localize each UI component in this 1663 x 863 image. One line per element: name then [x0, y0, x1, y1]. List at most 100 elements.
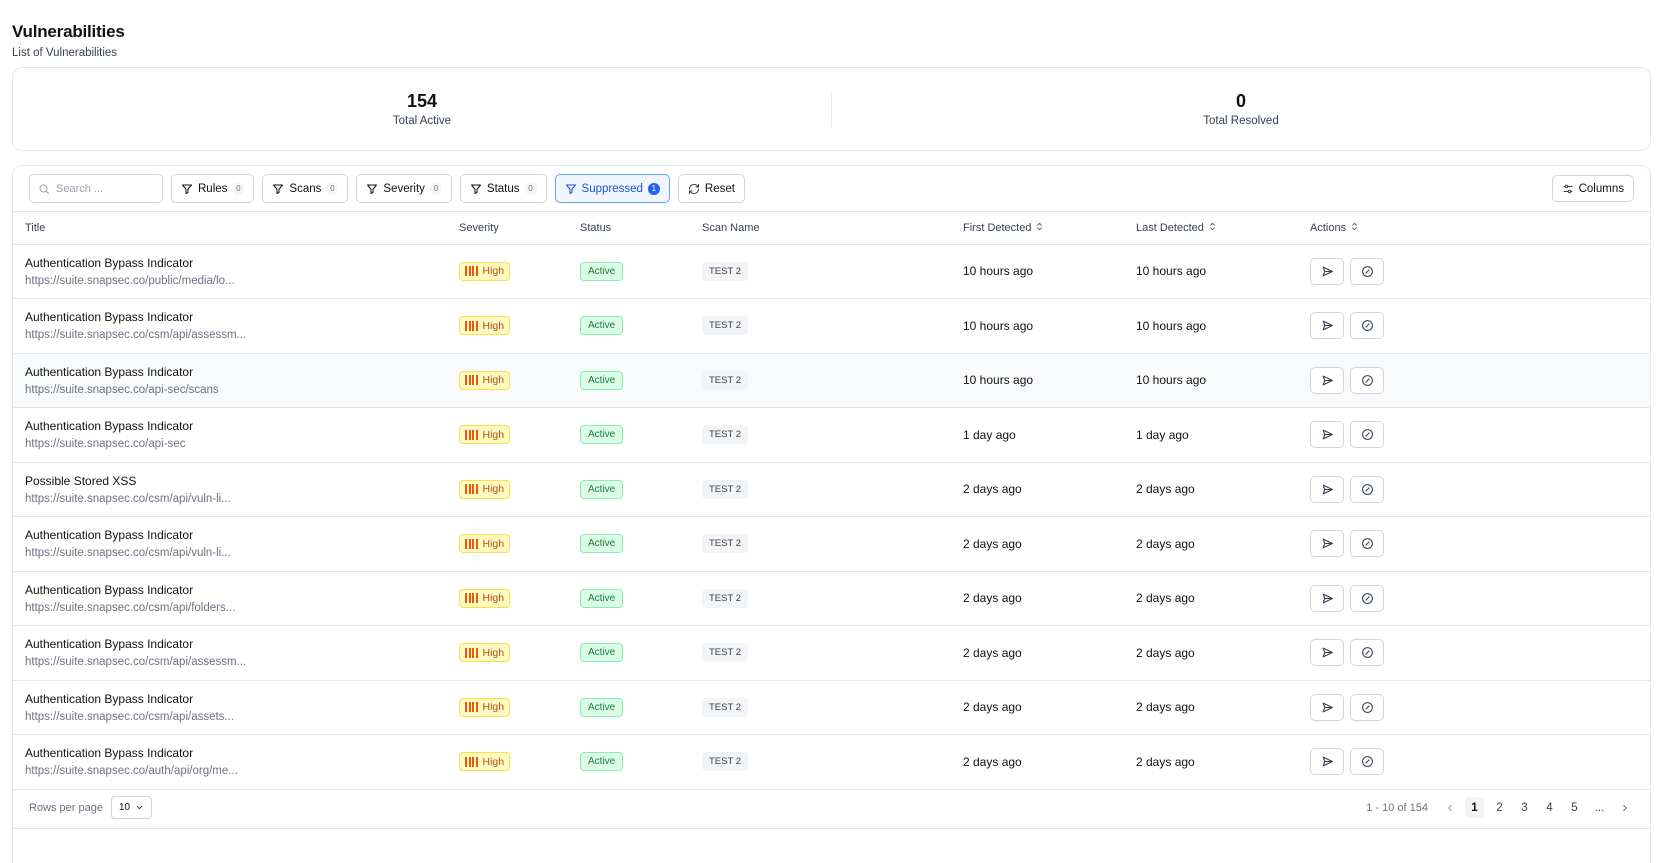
table-row[interactable]: Authentication Bypass Indicator https://s…: [13, 244, 1650, 299]
table-row[interactable]: Possible Stored XSS https://suite.snapsec…: [13, 462, 1650, 517]
filter-suppressed-button[interactable]: Suppressed 1: [554, 174, 670, 203]
suppress-button[interactable]: [1350, 530, 1384, 558]
cell-status: Active: [568, 680, 690, 735]
cell-title: Authentication Bypass Indicator https://s…: [13, 244, 447, 299]
suppress-button[interactable]: [1350, 475, 1384, 503]
cell-first-detected: 2 days ago: [963, 482, 1022, 497]
table-row[interactable]: Authentication Bypass Indicator https://s…: [13, 353, 1650, 408]
page-button-4[interactable]: 4: [1540, 797, 1559, 818]
cell-severity: High: [447, 299, 568, 354]
send-icon: [1321, 374, 1334, 387]
vulnerability-url: https://suite.snapsec.co/public/media/lo…: [25, 274, 235, 287]
filter-scans-button[interactable]: Scans 0: [262, 174, 349, 203]
search-box[interactable]: [29, 174, 163, 203]
send-button[interactable]: [1310, 748, 1344, 776]
sort-icon: [1351, 222, 1358, 234]
cell-scan-name: TEST 2: [690, 571, 951, 626]
cell-title: Authentication Bypass Indicator https://s…: [13, 626, 447, 681]
chevron-left-icon: [1445, 803, 1455, 813]
prev-page-button[interactable]: [1440, 797, 1459, 818]
vulnerability-title[interactable]: Authentication Bypass Indicator: [25, 528, 447, 542]
severity-label: High: [482, 483, 505, 496]
cell-first-detected: 10 hours ago: [963, 318, 1034, 333]
send-button[interactable]: [1310, 312, 1344, 340]
cell-first-detected: 2 days ago: [963, 591, 1022, 606]
vulnerability-title[interactable]: Authentication Bypass Indicator: [25, 637, 447, 651]
send-icon: [1321, 701, 1334, 714]
ban-icon: [1361, 537, 1374, 550]
send-button[interactable]: [1310, 639, 1344, 667]
severity-badge: High: [459, 643, 511, 663]
vulnerability-title[interactable]: Authentication Bypass Indicator: [25, 583, 447, 597]
status-badge: Active: [580, 697, 624, 717]
page-button-5[interactable]: 5: [1565, 797, 1584, 818]
send-button[interactable]: [1310, 693, 1344, 721]
vulnerability-title[interactable]: Authentication Bypass Indicator: [25, 746, 447, 760]
vulnerability-title[interactable]: Possible Stored XSS: [25, 474, 447, 488]
send-button[interactable]: [1310, 475, 1344, 503]
table-row[interactable]: Authentication Bypass Indicator https://s…: [13, 299, 1650, 354]
column-header-last-detected[interactable]: Last Detected: [1124, 212, 1298, 244]
send-button[interactable]: [1310, 421, 1344, 449]
column-header-actions[interactable]: Actions: [1298, 212, 1650, 244]
cell-severity: High: [447, 571, 568, 626]
suppress-button[interactable]: [1350, 639, 1384, 667]
vulnerability-title[interactable]: Authentication Bypass Indicator: [25, 419, 447, 433]
filter-label: Severity: [383, 182, 425, 195]
suppress-button[interactable]: [1350, 693, 1384, 721]
search-input[interactable]: [56, 182, 156, 195]
suppress-button[interactable]: [1350, 748, 1384, 776]
vulnerability-url: https://suite.snapsec.co/csm/api/assessm…: [25, 656, 247, 669]
table-row[interactable]: Authentication Bypass Indicator https://s…: [13, 626, 1650, 681]
severity-bars-icon: [465, 320, 478, 331]
suppress-button[interactable]: [1350, 366, 1384, 394]
cell-status: Active: [568, 735, 690, 790]
send-button[interactable]: [1310, 584, 1344, 612]
cell-last-detected: 2 days ago: [1136, 536, 1195, 551]
vulnerability-title[interactable]: Authentication Bypass Indicator: [25, 310, 447, 324]
suppress-button[interactable]: [1350, 257, 1384, 285]
columns-button[interactable]: Columns: [1551, 175, 1634, 202]
cell-actions: [1298, 571, 1650, 626]
scan-name-badge: TEST 2: [702, 479, 749, 499]
page-button-3[interactable]: 3: [1515, 797, 1534, 818]
row-actions: [1310, 421, 1650, 449]
cell-last-detected: 1 day ago: [1136, 427, 1189, 442]
send-button[interactable]: [1310, 530, 1344, 558]
suppress-button[interactable]: [1350, 584, 1384, 612]
column-header-severity: Severity: [447, 212, 568, 244]
cell-actions: [1298, 244, 1650, 299]
status-badge: Active: [580, 752, 624, 772]
send-button[interactable]: [1310, 257, 1344, 285]
page-button-2[interactable]: 2: [1490, 797, 1509, 818]
rows-per-page-select[interactable]: 10: [111, 796, 153, 819]
filter-status-button[interactable]: Status 0: [459, 174, 547, 203]
vulnerability-title[interactable]: Authentication Bypass Indicator: [25, 692, 447, 706]
scan-name-badge: TEST 2: [702, 316, 749, 336]
filter-label: Status: [486, 182, 520, 195]
table-row[interactable]: Authentication Bypass Indicator https://s…: [13, 735, 1650, 790]
cell-last-detected: 10 hours ago: [1136, 264, 1207, 279]
filter-label: Scans: [289, 182, 322, 195]
suppress-button[interactable]: [1350, 421, 1384, 449]
table-row[interactable]: Authentication Bypass Indicator https://s…: [13, 680, 1650, 735]
filter-label: Rules: [198, 182, 228, 195]
table-row[interactable]: Authentication Bypass Indicator https://s…: [13, 517, 1650, 571]
vulnerability-title[interactable]: Authentication Bypass Indicator: [25, 365, 447, 379]
page-button-1[interactable]: 1: [1465, 797, 1484, 818]
next-page-button[interactable]: [1615, 797, 1634, 818]
stat-label: Total Resolved: [1203, 115, 1279, 127]
table-row[interactable]: Authentication Bypass Indicator https://s…: [13, 571, 1650, 626]
send-button[interactable]: [1310, 366, 1344, 394]
filter-label: Suppressed: [581, 182, 643, 195]
vulnerability-title[interactable]: Authentication Bypass Indicator: [25, 256, 447, 270]
column-header-first-detected[interactable]: First Detected: [951, 212, 1124, 244]
suppress-button[interactable]: [1350, 312, 1384, 340]
page-title: Vulnerabilities: [12, 22, 125, 41]
row-actions: [1310, 693, 1650, 721]
reset-button[interactable]: Reset: [677, 174, 745, 203]
table-row[interactable]: Authentication Bypass Indicator https://s…: [13, 408, 1650, 462]
filter-severity-button[interactable]: Severity 0: [356, 174, 452, 203]
cell-severity: High: [447, 244, 568, 299]
filter-rules-button[interactable]: Rules 0: [171, 174, 255, 203]
